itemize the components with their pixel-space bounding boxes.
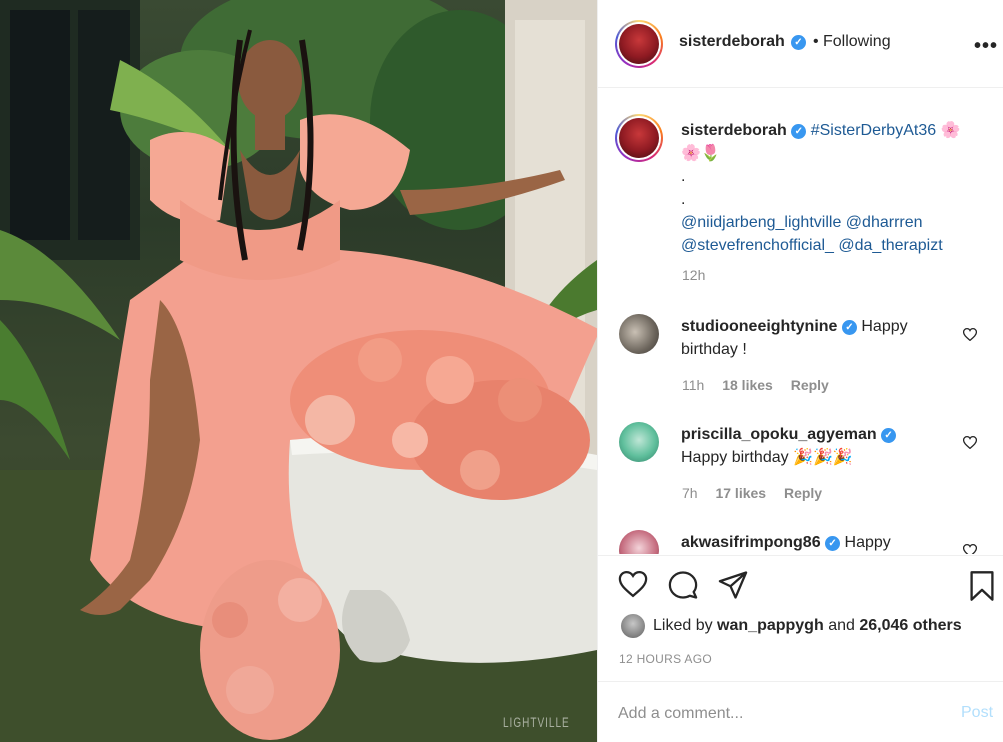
post-actions: Liked by wan_pappygh and 26,046 others 1… [598, 555, 1003, 680]
caption-avatar[interactable] [615, 114, 663, 162]
comment-avatar[interactable] [619, 530, 659, 554]
liker-avatar[interactable] [621, 614, 645, 638]
comment-likes[interactable]: 18 likes [722, 377, 773, 393]
photo-illustration [0, 0, 597, 742]
caption-username[interactable]: sisterdeborah [681, 122, 787, 139]
verified-badge-icon: ✓ [841, 320, 857, 335]
comment-like-heart-icon[interactable] [963, 544, 977, 554]
comment-text: studiooneeightynine ✓ Happy birthday ! [681, 315, 951, 361]
comment-text: priscilla_opoku_agyeman ✓ Happy birthday… [681, 423, 971, 469]
comment-input[interactable] [618, 702, 938, 726]
comment-time[interactable]: 7h [682, 485, 698, 501]
likes-count[interactable]: 26,046 others [859, 617, 961, 634]
likes-summary: Liked by wan_pappygh and 26,046 others [653, 617, 962, 635]
post-caption: sisterdeborah ✓ #SisterDerbyAt36 🌸 🌸🌷 . … [681, 119, 991, 257]
more-options-icon[interactable]: ••• [974, 35, 998, 58]
comment-likes[interactable]: 17 likes [715, 485, 766, 501]
comment-body: Happy [844, 534, 891, 551]
add-comment-bar: Post [598, 681, 1003, 742]
verified-badge-icon: ✓ [825, 536, 841, 551]
verified-badge-icon: ✓ [881, 428, 897, 443]
comment-avatar[interactable] [619, 314, 659, 354]
comment-time[interactable]: 11h [682, 377, 704, 393]
verified-badge-icon: ✓ [791, 35, 806, 50]
caption-mention[interactable]: @da_therapizt [838, 237, 942, 254]
caption-emoji-line: 🌸🌷 [681, 145, 721, 162]
comment-like-heart-icon[interactable] [963, 436, 977, 449]
caption-time[interactable]: 12h [682, 267, 705, 283]
comment-avatar[interactable] [619, 422, 659, 462]
header-separator: • [813, 33, 819, 50]
comment-username[interactable]: studiooneeightynine [681, 318, 837, 335]
bookmark-icon[interactable] [969, 570, 995, 602]
comment-body: Happy birthday 🎉🎉🎉 [681, 449, 853, 466]
comment-text: akwasifrimpong86 ✓ Happy [681, 531, 951, 554]
comment-username[interactable]: akwasifrimpong86 [681, 534, 821, 551]
comment-icon[interactable] [668, 570, 698, 600]
caption-emoji: 🌸 [940, 122, 961, 139]
caption-mention[interactable]: @stevefrenchofficial_ [681, 237, 834, 254]
likes-prefix: Liked by [653, 617, 713, 634]
caption-dot: . [681, 191, 686, 208]
reply-button[interactable]: Reply [784, 485, 822, 501]
liker-username[interactable]: wan_pappygh [717, 617, 824, 634]
comment-meta: 11h 18 likes Reply [682, 377, 843, 393]
post-sidebar: sisterdeborah ✓ • Following ••• sisterde… [597, 0, 1003, 742]
comment-body: birthday ! [681, 341, 747, 358]
author-username[interactable]: sisterdeborah [679, 33, 785, 51]
following-button[interactable]: Following [823, 33, 891, 51]
post-timestamp[interactable]: 12 HOURS AGO [619, 652, 712, 666]
verified-badge-icon: ✓ [791, 124, 807, 139]
heart-icon[interactable] [618, 570, 648, 598]
likes-and: and [828, 617, 855, 634]
comment-username[interactable]: priscilla_opoku_agyeman [681, 426, 877, 443]
comment-meta: 7h 17 likes Reply [682, 485, 836, 501]
post-button[interactable]: Post [961, 704, 993, 722]
post-header: sisterdeborah ✓ • Following ••• [598, 0, 1003, 88]
caption-mention[interactable]: @dharrren [846, 214, 923, 231]
comment-like-heart-icon[interactable] [963, 328, 977, 341]
comments-list[interactable]: sisterdeborah ✓ #SisterDerbyAt36 🌸 🌸🌷 . … [598, 89, 1003, 554]
author-avatar[interactable] [615, 20, 663, 68]
send-icon[interactable] [718, 570, 748, 600]
comment-body: Happy [861, 318, 908, 335]
reply-button[interactable]: Reply [791, 377, 829, 393]
photo-watermark: LIGHTVILLE [503, 716, 570, 732]
caption-mention[interactable]: @niidjarbeng_lightville [681, 214, 841, 231]
post-photo[interactable]: LIGHTVILLE [0, 0, 597, 742]
caption-dot: . [681, 168, 686, 185]
caption-hashtag[interactable]: #SisterDerbyAt36 [811, 122, 936, 139]
